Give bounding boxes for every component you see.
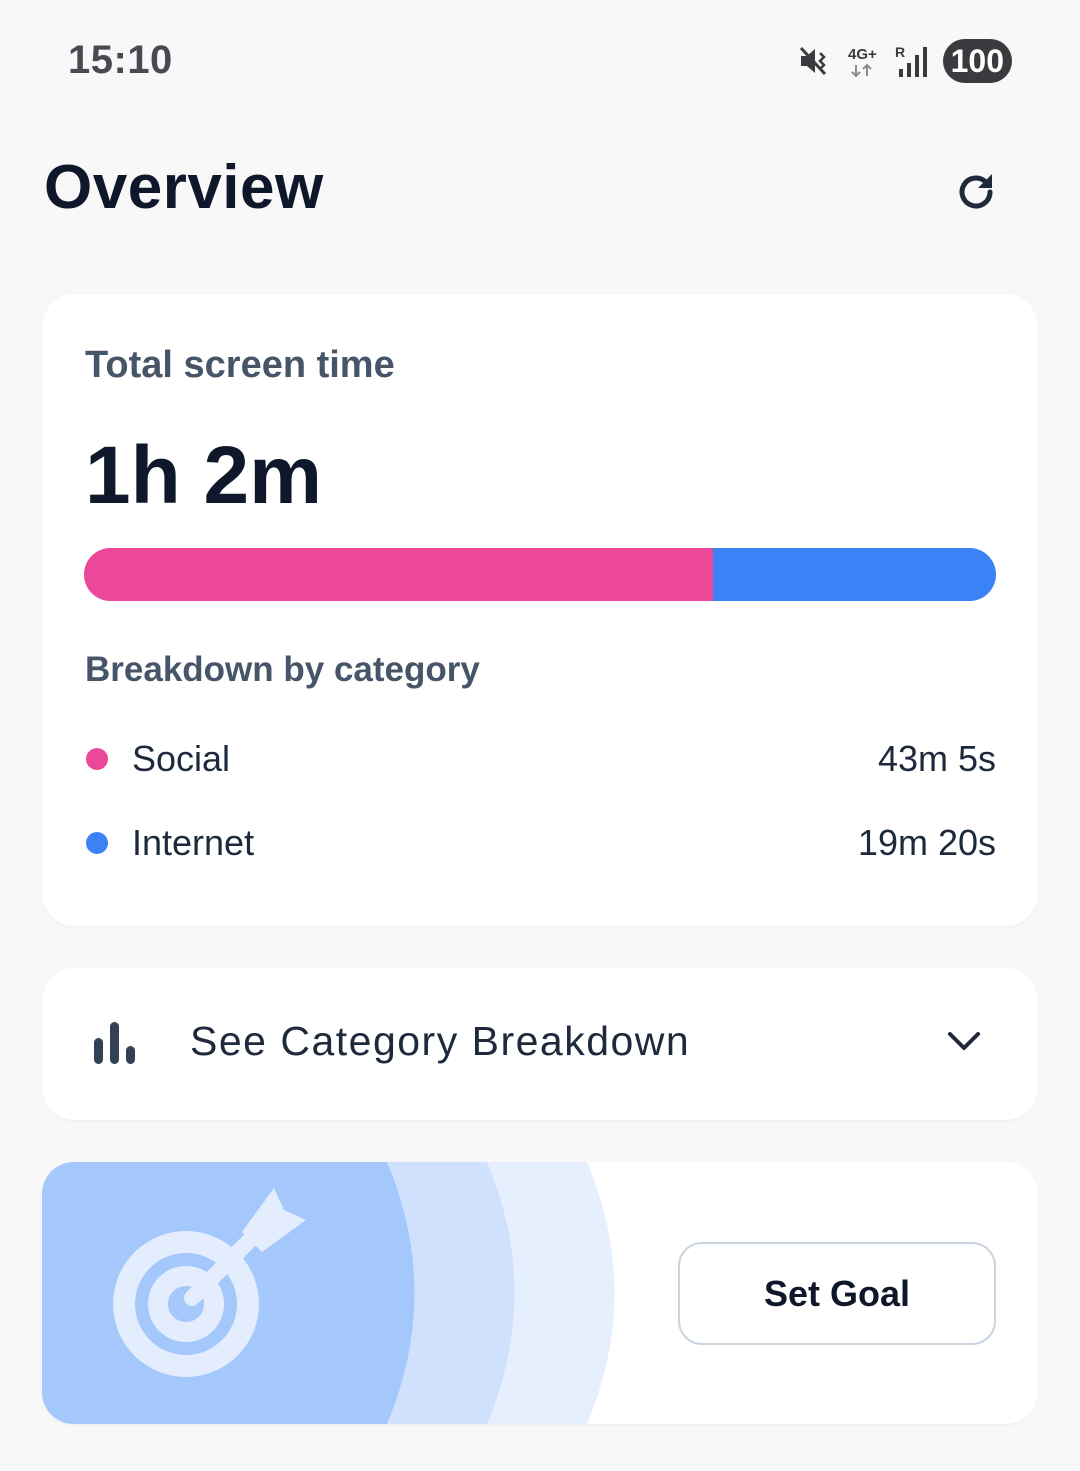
- total-screen-time-label: Total screen time: [85, 344, 395, 386]
- bar-chart-icon: [94, 1022, 135, 1064]
- goal-card: Set Goal: [42, 1162, 1038, 1424]
- signal-icon: R: [895, 43, 929, 79]
- network-4g-icon: 4G+: [847, 43, 881, 79]
- category-dot: [86, 748, 108, 770]
- category-time: 19m 20s: [857, 822, 996, 863]
- refresh-button[interactable]: [946, 162, 1006, 222]
- set-goal-button[interactable]: Set Goal: [678, 1242, 996, 1345]
- category-name: Internet: [132, 822, 255, 863]
- breakdown-title: Breakdown by category: [85, 650, 480, 689]
- usage-segment-internet: [713, 548, 996, 601]
- network-label: 4G+: [848, 46, 877, 63]
- usage-segment-social: [84, 548, 714, 601]
- usage-bar: [84, 548, 996, 601]
- refresh-icon: [959, 174, 993, 209]
- total-screen-time-value: 1h 2m: [85, 430, 322, 521]
- category-name: Social: [132, 738, 231, 779]
- battery-icon: 100: [942, 39, 1012, 83]
- page-title: Overview: [44, 153, 324, 222]
- see-category-breakdown-button[interactable]: See Category Breakdown: [42, 968, 1038, 1120]
- category-time: 43m 5s: [877, 738, 996, 779]
- category-row-internet: Internet 19m 20s: [86, 818, 996, 868]
- roaming-label: R: [895, 44, 905, 60]
- status-bar: 15:10 4G+ R 100: [0, 0, 1080, 120]
- category-dot: [86, 832, 108, 854]
- chevron-down-icon[interactable]: [944, 1026, 984, 1058]
- category-row-social: Social 43m 5s: [86, 734, 996, 784]
- status-icons: 4G+ R 100: [797, 38, 1012, 84]
- goal-banner-art: [42, 1162, 615, 1424]
- see-category-breakdown-label: See Category Breakdown: [190, 1018, 691, 1064]
- mute-icon: [797, 43, 833, 79]
- status-time: 15:10: [68, 38, 173, 82]
- total-screen-time-card: Total screen time 1h 2m Breakdown by cat…: [42, 294, 1038, 926]
